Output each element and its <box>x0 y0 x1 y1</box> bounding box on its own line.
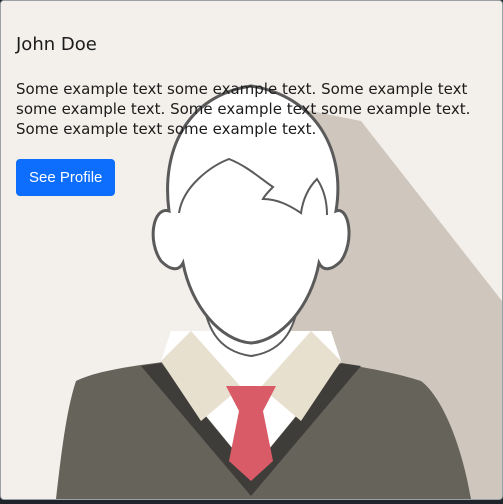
see-profile-button[interactable]: See Profile <box>16 159 116 196</box>
card-title: John Doe <box>16 34 97 55</box>
card-body: John Doe Some example text some example … <box>16 31 486 196</box>
profile-card: John Doe Some example text some example … <box>0 0 503 500</box>
card-text: Some example text some example text. Som… <box>16 80 471 138</box>
